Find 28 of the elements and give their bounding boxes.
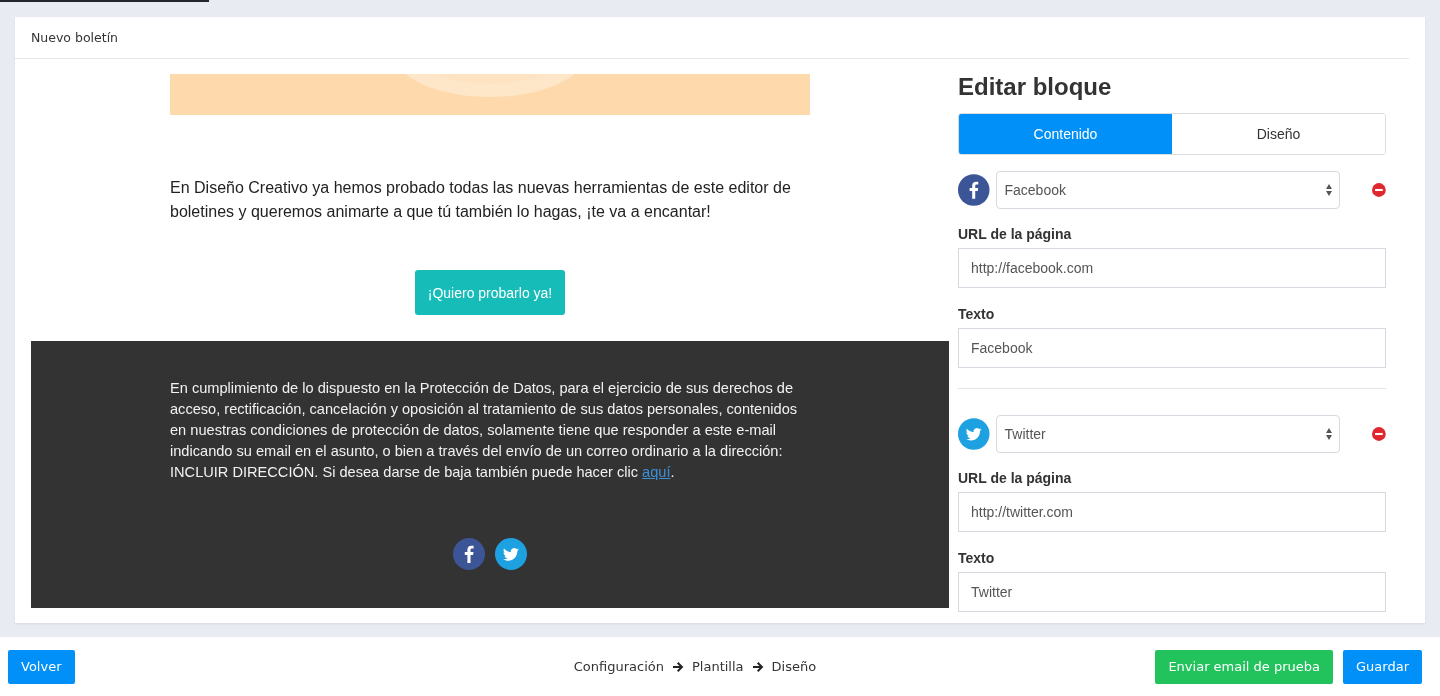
legal-paragraph: En cumplimiento de lo dispuesto en la Protección de Datos, para el ejercicio de sus derechos de acceso, rectificación, cancelación y oposición al tratamiento de sus datos personales, contenidos en nuestras condiciones de protección de datos, solamente tiene que responder a este e-mail indicando su email en el asunto, o bien a través del envío de un correo ordinario a la dirección: INCLUIR DIRECCIÓN. Si desea darse de baja también puede hacer clic aquí. (170, 379, 799, 482)
input-field[interactable]: http://twitter.com (958, 492, 1386, 532)
input-field[interactable]: http://facebook.com (958, 248, 1386, 288)
field-label: Texto (958, 306, 996, 322)
breadcrumb-step: Plantilla (692, 659, 744, 674)
breadcrumb-step: Diseño (771, 659, 817, 674)
arrow-right-icon (751, 660, 764, 673)
panel-title: Editar bloque (958, 73, 1113, 101)
facebook-icon (958, 174, 990, 206)
intro-paragraph: En Diseño Creativo ya hemos probado todas las nuevas herramientas de este editor de boletines y queremos animarte a que tú también lo hagas, ¡te va a encantar! (170, 178, 792, 222)
page-title: Nuevo boletín (31, 30, 119, 45)
network-select[interactable]: Facebook (995, 171, 1341, 209)
field-label: URL de la página (958, 226, 1073, 242)
remove-icon[interactable] (1372, 427, 1386, 441)
network-select[interactable]: Twitter (995, 415, 1341, 453)
field-label: URL de la página (958, 470, 1073, 486)
arrow-right-icon (672, 660, 684, 673)
input-field[interactable]: Twitter (958, 572, 1386, 612)
field-label: Texto (958, 550, 996, 566)
unsubscribe-link[interactable]: aquí (642, 464, 671, 480)
sort-arrows-icon (1325, 183, 1334, 197)
facebook-icon[interactable] (453, 538, 485, 570)
sort-arrows-icon (1325, 427, 1334, 441)
bird-icon (958, 418, 990, 450)
breadcrumb-step: Configuración (573, 659, 664, 674)
input-field[interactable]: Facebook (958, 328, 1386, 368)
remove-icon[interactable] (1372, 183, 1386, 197)
bird-icon[interactable] (495, 538, 527, 570)
